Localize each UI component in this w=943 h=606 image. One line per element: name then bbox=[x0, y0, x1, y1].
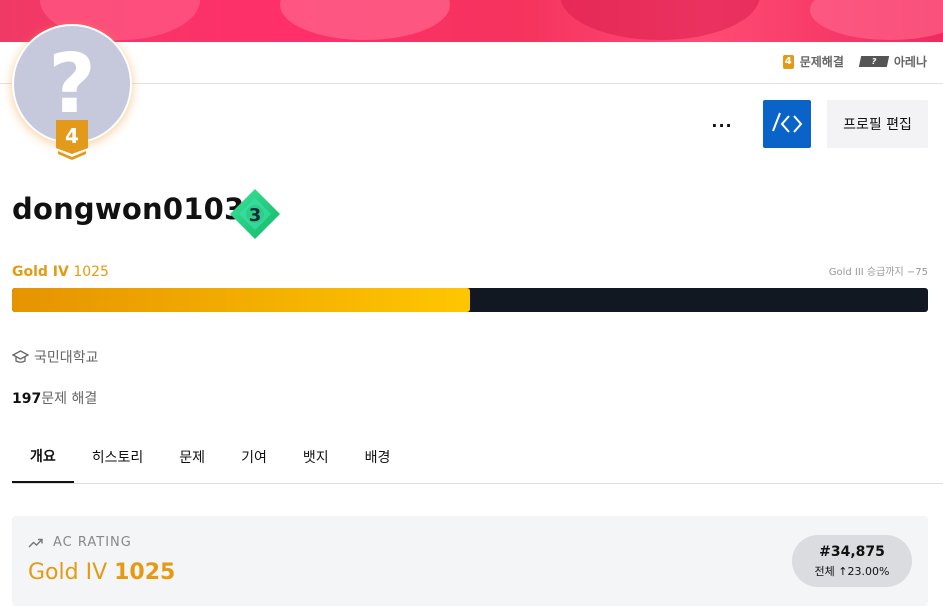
tab-problems[interactable]: 문제 bbox=[161, 430, 223, 483]
more-options-button[interactable]: ··· bbox=[707, 110, 737, 140]
ac-rating-card: AC RATING Gold IV 1025 #34,875 전체 ↑23.00… bbox=[12, 516, 928, 606]
tab-badges[interactable]: 뱃지 bbox=[285, 430, 347, 483]
tab-overview[interactable]: 개요 bbox=[12, 430, 74, 483]
class-badge-icon[interactable]: 3 bbox=[230, 189, 280, 239]
graduation-cap-icon bbox=[12, 350, 29, 363]
header-tier-links: 4 문제해결 ? 아레나 bbox=[782, 53, 927, 70]
rating-value: 1025 bbox=[73, 264, 109, 280]
tab-contributions[interactable]: 기여 bbox=[223, 430, 285, 483]
tier-mini-badge: 4 bbox=[782, 54, 794, 69]
more-dots-icon: ··· bbox=[711, 115, 733, 135]
ac-rating-title: AC RATING bbox=[28, 535, 132, 550]
profile-tabs: 개요 히스토리 문제 기여 뱃지 배경 bbox=[12, 430, 408, 483]
tier-badge-icon: 4 bbox=[56, 120, 88, 160]
problem-solving-link[interactable]: 4 문제해결 bbox=[782, 53, 844, 70]
rating-tier-name: Gold IV bbox=[12, 264, 69, 280]
solved-count: 197문제 해결 bbox=[12, 388, 97, 408]
tier-badge-number: 4 bbox=[65, 124, 79, 148]
next-tier-text: Gold III 승급까지 −75 bbox=[828, 267, 928, 278]
rank-number: #34,875 bbox=[819, 543, 885, 560]
avatar-placeholder-glyph: ? bbox=[48, 36, 96, 132]
code-button[interactable] bbox=[763, 100, 811, 148]
rating-progress-fill bbox=[12, 288, 470, 312]
rating-label: Gold IV 1025 bbox=[12, 264, 109, 280]
solved-number: 197 bbox=[12, 391, 42, 407]
code-icon bbox=[772, 112, 803, 133]
header-divider bbox=[0, 83, 943, 84]
ac-rating-title-text: AC RATING bbox=[53, 535, 132, 550]
rank-pill[interactable]: #34,875 전체 ↑23.00% bbox=[792, 535, 912, 587]
username: dongwon0103 bbox=[12, 192, 245, 226]
tab-history[interactable]: 히스토리 bbox=[74, 430, 162, 483]
school-name: 국민대학교 bbox=[34, 350, 99, 366]
school-info[interactable]: 국민대학교 bbox=[12, 347, 98, 367]
rank-percentile: 전체 ↑23.00% bbox=[814, 564, 890, 578]
solved-suffix: 문제 해결 bbox=[41, 391, 98, 407]
ac-rating-value: Gold IV 1025 bbox=[28, 560, 175, 585]
class-badge-number: 3 bbox=[249, 205, 262, 226]
tabs-divider bbox=[12, 483, 943, 484]
arena-label: 아레나 bbox=[893, 55, 927, 69]
rating-progress-bar bbox=[12, 288, 928, 312]
problem-solving-label: 문제해결 bbox=[799, 55, 844, 69]
arena-link[interactable]: ? 아레나 bbox=[858, 53, 927, 70]
edit-profile-button[interactable]: 프로필 편집 bbox=[827, 100, 928, 148]
trending-up-icon bbox=[28, 538, 43, 547]
ac-rating-tier: Gold IV bbox=[28, 560, 108, 585]
ac-rating-number: 1025 bbox=[114, 560, 176, 585]
profile-banner bbox=[0, 0, 943, 42]
tab-backgrounds[interactable]: 배경 bbox=[347, 430, 409, 483]
arena-mini-badge: ? bbox=[858, 56, 890, 67]
